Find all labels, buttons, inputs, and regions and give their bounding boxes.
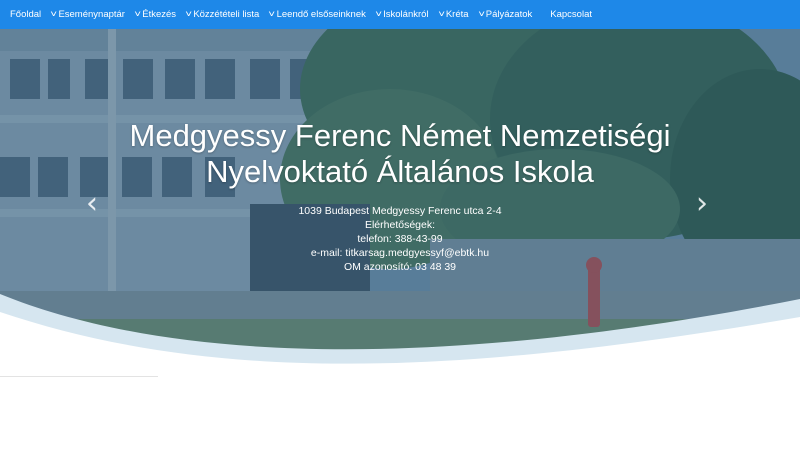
slider-prev-arrow-icon[interactable]: ‹ <box>86 189 98 219</box>
nav-esemenynaptar-label: Eseménynaptár <box>58 9 125 20</box>
chevron-down-icon: ˅ <box>375 9 382 19</box>
nav-kapcsolat-label: Kapcsolat <box>550 9 593 20</box>
chevron-down-icon: ˅ <box>185 9 193 19</box>
phone-text: telefon: 388-43-99 <box>357 233 443 245</box>
nav-palyazatok[interactable]: ˅ Pályázatok <box>477 9 533 20</box>
nav-palyazatok-label: Pályázatok <box>485 9 533 20</box>
slider-next-arrow-icon[interactable]: › <box>696 189 708 219</box>
chevron-down-icon: ˅ <box>134 9 142 19</box>
contacts-label: Elérhetőségek: <box>364 219 436 231</box>
school-building-photo <box>0 29 800 374</box>
om-id-text: OM azonosító: 03 48 39 <box>343 261 457 273</box>
nav-leendo-elsoseinknek[interactable]: ˅ Leendő elsőseinknek <box>269 9 366 20</box>
nav-iskolankrol[interactable]: ˅ Iskolánkról <box>375 9 429 20</box>
nav-etkezes-label: Étkezés <box>142 9 177 20</box>
hero-contact-info: 1039 Budapest Medgyessy Ferenc utca 2-4 … <box>0 204 800 274</box>
chevron-down-icon: ˅ <box>437 9 445 19</box>
chevron-down-icon: ˅ <box>50 9 58 19</box>
address-text: 1039 Budapest Medgyessy Ferenc utca 2-4 <box>298 205 502 217</box>
email-text: e-mail: titkarsag.medgyessyf@ebtk.hu <box>310 247 490 259</box>
nav-kozzeteteli-lista[interactable]: ˅ Közzétételi lista <box>185 9 260 20</box>
hero-title-line2: Nyelvoktató Általános Iskola <box>206 154 594 189</box>
chevron-down-icon: ˅ <box>268 9 276 19</box>
hero-slider: Medgyessy Ferenc Német Nemzetiségi Nyelv… <box>0 29 800 374</box>
nav-fooldal[interactable]: Főoldal <box>10 9 41 20</box>
nav-fooldal-label: Főoldal <box>10 9 42 20</box>
nav-kapcsolat[interactable]: Kapcsolat <box>550 9 592 20</box>
hero-title: Medgyessy Ferenc Német Nemzetiségi Nyelv… <box>0 118 800 190</box>
nav-esemenynaptar[interactable]: ˅ Eseménynaptár <box>50 9 125 20</box>
nav-etkezes[interactable]: ˅ Étkezés <box>134 9 177 20</box>
content-divider <box>0 376 158 377</box>
nav-kreta[interactable]: ˅ Kréta <box>437 9 469 20</box>
hero-title-line1: Medgyessy Ferenc Német Nemzetiségi <box>129 118 671 153</box>
nav-kozzeteteli-lista-label: Közzétételi lista <box>193 9 260 20</box>
top-navigation: Főoldal ˅ Eseménynaptár ˅ Étkezés ˅ Közz… <box>0 0 800 29</box>
nav-leendo-elsoseinknek-label: Leendő elsőseinknek <box>276 9 366 20</box>
nav-kreta-label: Kréta <box>445 9 469 20</box>
chevron-down-icon: ˅ <box>477 9 485 19</box>
nav-iskolankrol-label: Iskolánkról <box>383 9 429 20</box>
